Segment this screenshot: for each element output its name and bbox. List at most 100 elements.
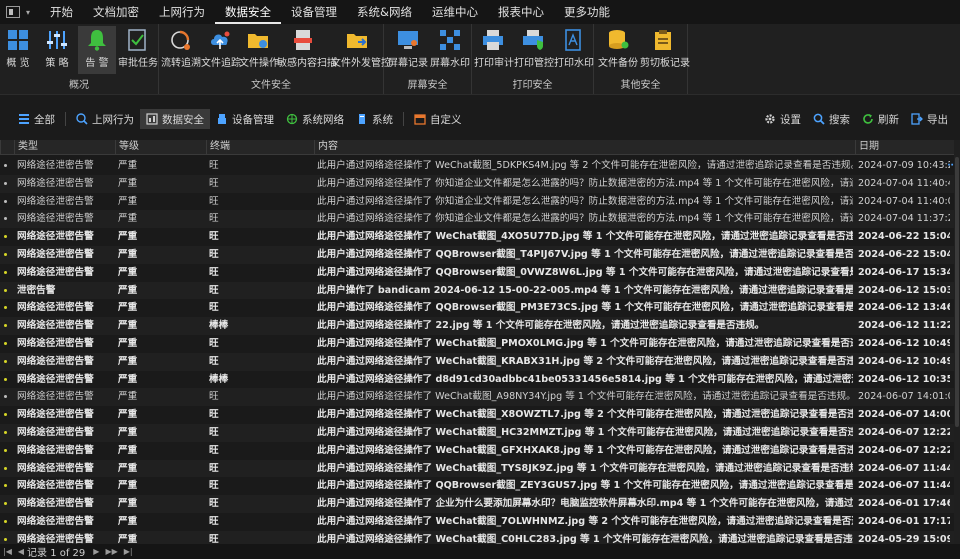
cell-terminal: 棒棒 [209, 373, 229, 385]
table-row[interactable]: 网络途径泄密告警 严重 旺 此用户通过网络途径操作了 QQBrowser截图_ZEY3… [0, 477, 960, 495]
header-content[interactable]: 内容 [314, 140, 855, 154]
header-terminal[interactable]: 终端 [206, 140, 314, 154]
table-row[interactable]: 网络途径泄密告警 严重 旺 此用户通过网络途径操作了 WeChat截图_4XO5U77… [0, 228, 960, 246]
settings-button[interactable]: 设置 [758, 109, 807, 129]
print-watermark-button[interactable]: 打印水印 [554, 26, 594, 74]
last-page-icon[interactable]: ▶| [124, 547, 133, 556]
group-label-file-security: 文件安全 [251, 80, 291, 91]
cell-type: 网络途径泄密告警 [17, 195, 94, 207]
table-row[interactable]: 网络途径泄密告警 严重 旺 此用户通过网络途径操作了 WeChat截图_GFXHXAK… [0, 442, 960, 460]
file-track-button[interactable]: 文件追踪 [201, 26, 241, 74]
list-icon [19, 114, 29, 124]
cell-date: 2024-06-07 12:22:41 [858, 426, 950, 438]
export-button[interactable]: 导出 [905, 109, 954, 129]
table-row[interactable]: 网络途径泄密告警 严重 棒棒 此用户通过网络途径操作了 22.jpg 等 1 个文件可… [0, 317, 960, 335]
table-row[interactable]: 网络途径泄密告警 严重 旺 此用户通过网络途径操作了 WeChat截图_HC32MMZ… [0, 423, 960, 442]
cell-content: 此用户通过网络途径操作了 QQBrowser截图_ZEY3GUS7.jpg 等 … [317, 480, 853, 492]
screen-watermark-button[interactable]: 屏幕水印 [430, 26, 470, 74]
ribbon-group-overview: 概 览 策 略 告 警 审批任务 概况 [0, 24, 159, 94]
table-row[interactable]: 网络途径泄密告警 严重 旺 此用户通过网络途径操作了 WeChat截图_KRABX31… [0, 352, 960, 371]
table-row[interactable]: 网络途径泄密告警 严重 旺 此用户通过网络途径操作了 QQBrowser截图_0VWZ… [0, 264, 960, 282]
search-button[interactable]: 搜索 [807, 109, 856, 129]
row-status-dot [4, 519, 7, 523]
cell-level: 严重 [118, 462, 138, 474]
cell-terminal: 旺 [209, 302, 219, 314]
next-page-icon[interactable]: ▶ [93, 547, 99, 556]
app-menu-caret-icon[interactable]: ▾ [26, 8, 30, 17]
file-track-label: 文件追踪 [201, 58, 241, 69]
filter-system[interactable]: 系统 [350, 109, 399, 129]
table-row[interactable]: 网络途径泄密告警 严重 旺 此用户通过网络途径操作了 你知道企业文件都是怎么泄露的吗？… [0, 174, 960, 193]
filter-data-security[interactable]: 数据安全 [140, 109, 210, 129]
header-date[interactable]: 日期 [855, 140, 960, 154]
alert-button[interactable]: 告 警 [78, 26, 116, 74]
file-backup-button[interactable]: 文件备份 [598, 26, 638, 74]
refresh-button[interactable]: 刷新 [856, 109, 905, 129]
header-select-column[interactable] [0, 140, 14, 154]
menu-data-security[interactable]: 数据安全 [215, 0, 282, 24]
prev-page-icon[interactable]: ◀ [18, 547, 24, 556]
menu-device-mgmt[interactable]: 设备管理 [281, 0, 347, 24]
filter-system-network[interactable]: 系统网络 [280, 109, 350, 129]
table-row[interactable]: 网络途径泄密告警 严重 旺 此用户通过网络途径操作了 QQBrowser截图_PM3E… [0, 299, 960, 317]
first-page-icon[interactable]: |◀ [3, 547, 12, 556]
row-status-dot [4, 359, 7, 363]
cell-type: 网络途径泄密告警 [17, 231, 94, 243]
cell-level: 严重 [118, 160, 138, 171]
table-row[interactable]: 网络途径泄密告警 严重 旺 此用户通过网络途径操作了 WeChat截图_PMOX0LM… [0, 335, 960, 353]
divider [403, 112, 404, 126]
table-row[interactable]: 网络途径泄密告警 严重 旺 此用户通过网络途径操作了 WeChat截图_X8OWZTL… [0, 406, 960, 424]
sensitive-scan-button[interactable]: 敏感内容扫描 [277, 26, 337, 74]
table-row[interactable]: 网络途径泄密告警 严重 旺 此用户通过网络途径操作了 WeChat截图_7OLWHNM… [0, 513, 960, 531]
table-row[interactable]: 网络途径泄密告警 严重 旺 此用户通过网络途径操作了 你知道企业文件都是怎么泄露的吗？… [0, 210, 960, 229]
menu-report-center[interactable]: 报表中心 [488, 0, 554, 24]
filter-custom[interactable]: 自定义 [408, 109, 468, 129]
file-outbound-control-label: 文件外发管控 [331, 58, 391, 69]
filter-custom-label: 自定义 [430, 113, 462, 126]
next-page-fast-icon[interactable]: ▶▶ [105, 547, 117, 556]
table-row[interactable]: 网络途径泄密告警 严重 旺 此用户通过网络途径操作了 WeChat截图_A98NY34… [0, 388, 960, 407]
menu-start[interactable]: 开始 [40, 0, 83, 24]
table-row[interactable]: 泄密告警 严重 旺 此用户操作了 bandicam 2024-06-12 15-00-… [0, 281, 960, 300]
file-outbound-control-button[interactable]: 文件外发管控 [331, 26, 391, 74]
filter-all[interactable]: 全部 [12, 109, 61, 129]
menu-more[interactable]: 更多功能 [554, 0, 620, 24]
sensitive-scan-label: 敏感内容扫描 [277, 58, 337, 69]
clipboard-record-button[interactable]: 剪切板记录 [640, 26, 690, 74]
server-icon [359, 114, 365, 124]
filter-device-mgmt[interactable]: 设备管理 [210, 109, 280, 129]
globe-search-icon [76, 113, 88, 125]
menu-doc-encrypt[interactable]: 文档加密 [83, 0, 149, 24]
table-row[interactable]: 网络途径泄密告警 严重 旺 此用户通过网络途径操作了 WeChat截图_TYS8JK9… [0, 459, 960, 478]
menu-ops-center[interactable]: 运维中心 [422, 0, 488, 24]
cell-date: 2024-06-12 10:49:06 [858, 355, 950, 367]
table-row[interactable]: 网络途径泄密告警 严重 旺 此用户通过网络途径操作了 WeChat截图_5DKPKS4… [0, 157, 960, 175]
flow-trace-button[interactable]: 流转追溯 [161, 26, 201, 74]
header-level[interactable]: 等级 [115, 140, 206, 154]
approval-task-button[interactable]: 审批任务 [118, 26, 158, 74]
filter-web-behavior[interactable]: 上网行为 [70, 109, 140, 129]
table-row[interactable]: 网络途径泄密告警 严重 旺 此用户通过网络途径操作了 企业为什么要添加屏幕水印？电脑监… [0, 495, 960, 513]
cell-level: 严重 [118, 426, 138, 438]
cell-content: 此用户通过网络途径操作了 WeChat截图_GFXHXAK8.jpg 等 1 个… [317, 444, 853, 456]
cell-content: 此用户通过网络途径操作了 你知道企业文件都是怎么泄露的吗？防止数据泄密的方法.m… [317, 195, 853, 207]
policy-button[interactable]: 策 略 [42, 26, 72, 74]
print-audit-button[interactable]: 打印审计 [474, 26, 514, 74]
app-menu-icon[interactable] [6, 6, 20, 18]
table-row[interactable]: 网络途径泄密告警 严重 旺 此用户通过网络途径操作了 你知道企业文件都是怎么泄露的吗？… [0, 193, 960, 211]
cell-terminal: 旺 [209, 177, 219, 189]
menu-system-network[interactable]: 系统&网络 [347, 0, 422, 24]
header-type[interactable]: 类型 [14, 140, 115, 154]
overview-button[interactable]: 概 览 [3, 26, 33, 74]
file-operation-button[interactable]: 文件操作 [239, 26, 279, 74]
scrollbar-thumb[interactable] [955, 157, 959, 427]
top-menu-bar: ▾ 开始 文档加密 上网行为 数据安全 设备管理 系统&网络 运维中心 报表中心… [0, 0, 960, 24]
menu-web-behavior[interactable]: 上网行为 [149, 0, 215, 24]
cell-content: 此用户通过网络途径操作了 WeChat截图_KRABX31H.jpg 等 2 个… [317, 355, 853, 367]
bell-icon [85, 29, 109, 51]
table-row[interactable]: 网络途径泄密告警 严重 旺 此用户通过网络途径操作了 QQBrowser截图_T4PI… [0, 245, 960, 264]
print-control-button[interactable]: 打印管控 [514, 26, 554, 74]
table-row[interactable]: 网络途径泄密告警 严重 棒棒 此用户通过网络途径操作了 d8d91cd30adbbc4… [0, 371, 960, 389]
cell-terminal: 旺 [209, 480, 219, 492]
screen-record-button[interactable]: 屏幕记录 [388, 26, 428, 74]
